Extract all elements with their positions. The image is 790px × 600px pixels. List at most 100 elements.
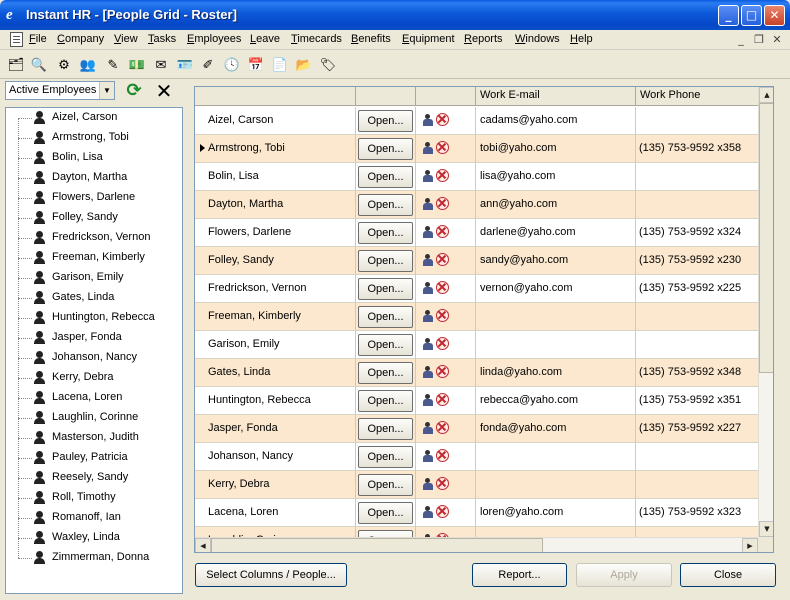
cell-name[interactable]: Jasper, Fonda xyxy=(195,415,356,443)
open-employee-button[interactable]: Open... xyxy=(358,418,413,440)
open-employee-button[interactable]: Open... xyxy=(358,222,413,244)
delete-icon[interactable] xyxy=(436,253,449,266)
horizontal-scrollbar[interactable]: ◀ ▶ xyxy=(195,537,758,552)
table-row[interactable]: Freeman, Kimberly Open... xyxy=(195,303,758,331)
open-employee-button[interactable]: Open... xyxy=(358,362,413,384)
table-row[interactable]: Flowers, Darlene Open... darlene@yaho.com (… xyxy=(195,219,758,247)
edit-note-icon[interactable]: ✐ xyxy=(197,54,219,76)
tree-item-employee[interactable]: Aizel, Carson xyxy=(6,108,182,128)
scroll-left-icon[interactable]: ◀ xyxy=(195,538,211,552)
pane-splitter[interactable] xyxy=(186,79,192,600)
cell-email[interactable]: tobi@yaho.com xyxy=(476,135,636,163)
cell-name[interactable]: Lacena, Loren xyxy=(195,499,356,527)
open-employee-button[interactable]: Open... xyxy=(358,474,413,496)
open-employee-button[interactable]: Open... xyxy=(358,502,413,524)
leave-card-icon[interactable]: ✉ xyxy=(150,54,172,76)
cell-phone[interactable]: (135) 753-9592 x351 xyxy=(636,387,758,415)
column-header-name[interactable] xyxy=(195,87,356,106)
tree-item-employee[interactable]: Dayton, Martha xyxy=(6,168,182,188)
table-row[interactable]: Kerry, Debra Open... xyxy=(195,471,758,499)
column-header-email[interactable]: Work E-mail xyxy=(476,87,636,106)
table-row[interactable]: Dayton, Martha Open... ann@yaho.com xyxy=(195,191,758,219)
tree-item-employee[interactable]: Johanson, Nancy xyxy=(6,348,182,368)
cell-email[interactable] xyxy=(476,331,636,359)
delete-icon[interactable] xyxy=(436,337,449,350)
menu-leave[interactable]: Leave xyxy=(250,33,280,45)
tree-item-employee[interactable]: Masterson, Judith xyxy=(6,428,182,448)
cell-email[interactable]: fonda@yaho.com xyxy=(476,415,636,443)
tree-item-employee[interactable]: Bolin, Lisa xyxy=(6,148,182,168)
document-icon[interactable] xyxy=(10,32,23,47)
employee-details-icon[interactable] xyxy=(419,281,434,295)
cell-email[interactable]: vernon@yaho.com xyxy=(476,275,636,303)
employee-details-icon[interactable] xyxy=(419,309,434,323)
cell-email[interactable] xyxy=(476,443,636,471)
employee-details-icon[interactable] xyxy=(419,337,434,351)
cell-name[interactable]: Gates, Linda xyxy=(195,359,356,387)
tree-item-employee[interactable]: Folley, Sandy xyxy=(6,208,182,228)
report-button[interactable]: Report... xyxy=(472,563,567,587)
open-employee-button[interactable]: Open... xyxy=(358,166,413,188)
cell-email[interactable]: lisa@yaho.com xyxy=(476,163,636,191)
tree-item-employee[interactable]: Laughlin, Corinne xyxy=(6,408,182,428)
close-window-button[interactable]: ✕ xyxy=(764,5,785,26)
cell-phone[interactable] xyxy=(636,443,758,471)
org-chart-icon[interactable]: 🗂 xyxy=(5,54,27,76)
cell-phone[interactable]: (135) 753-9592 x323 xyxy=(636,499,758,527)
open-employee-button[interactable]: Open... xyxy=(358,446,413,468)
open-employee-button[interactable]: Open... xyxy=(358,250,413,272)
people-group-icon[interactable]: 👥 xyxy=(77,54,99,76)
table-row[interactable]: Fredrickson, Vernon Open... vernon@yaho.co… xyxy=(195,275,758,303)
cell-name[interactable]: Bolin, Lisa xyxy=(195,163,356,191)
employee-details-icon[interactable] xyxy=(419,421,434,435)
delete-icon[interactable] xyxy=(436,477,449,490)
tree-item-employee[interactable]: Lacena, Loren xyxy=(6,388,182,408)
employee-details-icon[interactable] xyxy=(419,113,434,127)
column-header-actions[interactable] xyxy=(416,87,476,106)
menu-timecards[interactable]: Timecards xyxy=(291,33,342,45)
table-row[interactable]: Folley, Sandy Open... sandy@yaho.com (135) … xyxy=(195,247,758,275)
employee-details-icon[interactable] xyxy=(419,365,434,379)
cell-email[interactable]: rebecca@yaho.com xyxy=(476,387,636,415)
pay-money-icon[interactable]: 💵 xyxy=(126,54,148,76)
open-employee-button[interactable]: Open... xyxy=(358,110,413,132)
tree-item-employee[interactable]: Reesely, Sandy xyxy=(6,468,182,488)
cell-name[interactable]: Garison, Emily xyxy=(195,331,356,359)
table-row[interactable]: Garison, Emily Open... xyxy=(195,331,758,359)
tree-item-employee[interactable]: Roll, Timothy xyxy=(6,488,182,508)
tree-item-employee[interactable]: Jasper, Fonda xyxy=(6,328,182,348)
cell-name[interactable]: Freeman, Kimberly xyxy=(195,303,356,331)
cell-email[interactable]: darlene@yaho.com xyxy=(476,219,636,247)
table-row[interactable]: Johanson, Nancy Open... xyxy=(195,443,758,471)
employee-details-icon[interactable] xyxy=(419,449,434,463)
cell-name[interactable]: Fredrickson, Vernon xyxy=(195,275,356,303)
cell-email[interactable]: ann@yaho.com xyxy=(476,191,636,219)
delete-icon[interactable] xyxy=(436,309,449,322)
delete-icon[interactable] xyxy=(436,449,449,462)
apply-button[interactable]: Apply xyxy=(576,563,672,587)
delete-icon[interactable] xyxy=(436,365,449,378)
menu-equipment[interactable]: Equipment xyxy=(402,33,455,45)
open-employee-button[interactable]: Open... xyxy=(358,194,413,216)
refresh-icon[interactable]: ⟳ xyxy=(123,80,145,102)
table-row[interactable]: Aizel, Carson Open... cadams@yaho.com xyxy=(195,107,758,135)
tree-item-employee[interactable]: Gates, Linda xyxy=(6,288,182,308)
clear-filter-icon[interactable]: ✕ xyxy=(153,80,175,102)
cell-phone[interactable]: (135) 753-9592 x230 xyxy=(636,247,758,275)
cell-name[interactable]: Kerry, Debra xyxy=(195,471,356,499)
open-employee-button[interactable]: Open... xyxy=(358,390,413,412)
tree-item-employee[interactable]: Kerry, Debra xyxy=(6,368,182,388)
tree-item-employee[interactable]: Pauley, Patricia xyxy=(6,448,182,468)
maximize-button[interactable]: □ xyxy=(741,5,762,26)
tree-item-employee[interactable]: Armstrong, Tobi xyxy=(6,128,182,148)
tree-item-employee[interactable]: Fredrickson, Vernon xyxy=(6,228,182,248)
cell-phone[interactable]: (135) 753-9592 x227 xyxy=(636,415,758,443)
menu-tasks[interactable]: Tasks xyxy=(148,33,176,45)
select-columns-button[interactable]: Select Columns / People... xyxy=(195,563,347,587)
cell-phone[interactable] xyxy=(636,107,758,135)
table-row[interactable]: Huntington, Rebecca Open... rebecca@yaho.c… xyxy=(195,387,758,415)
scroll-up-icon[interactable]: ▲ xyxy=(759,87,773,103)
employee-details-icon[interactable] xyxy=(419,169,434,183)
cell-name[interactable]: Aizel, Carson xyxy=(195,107,356,135)
open-employee-button[interactable]: Open... xyxy=(358,334,413,356)
